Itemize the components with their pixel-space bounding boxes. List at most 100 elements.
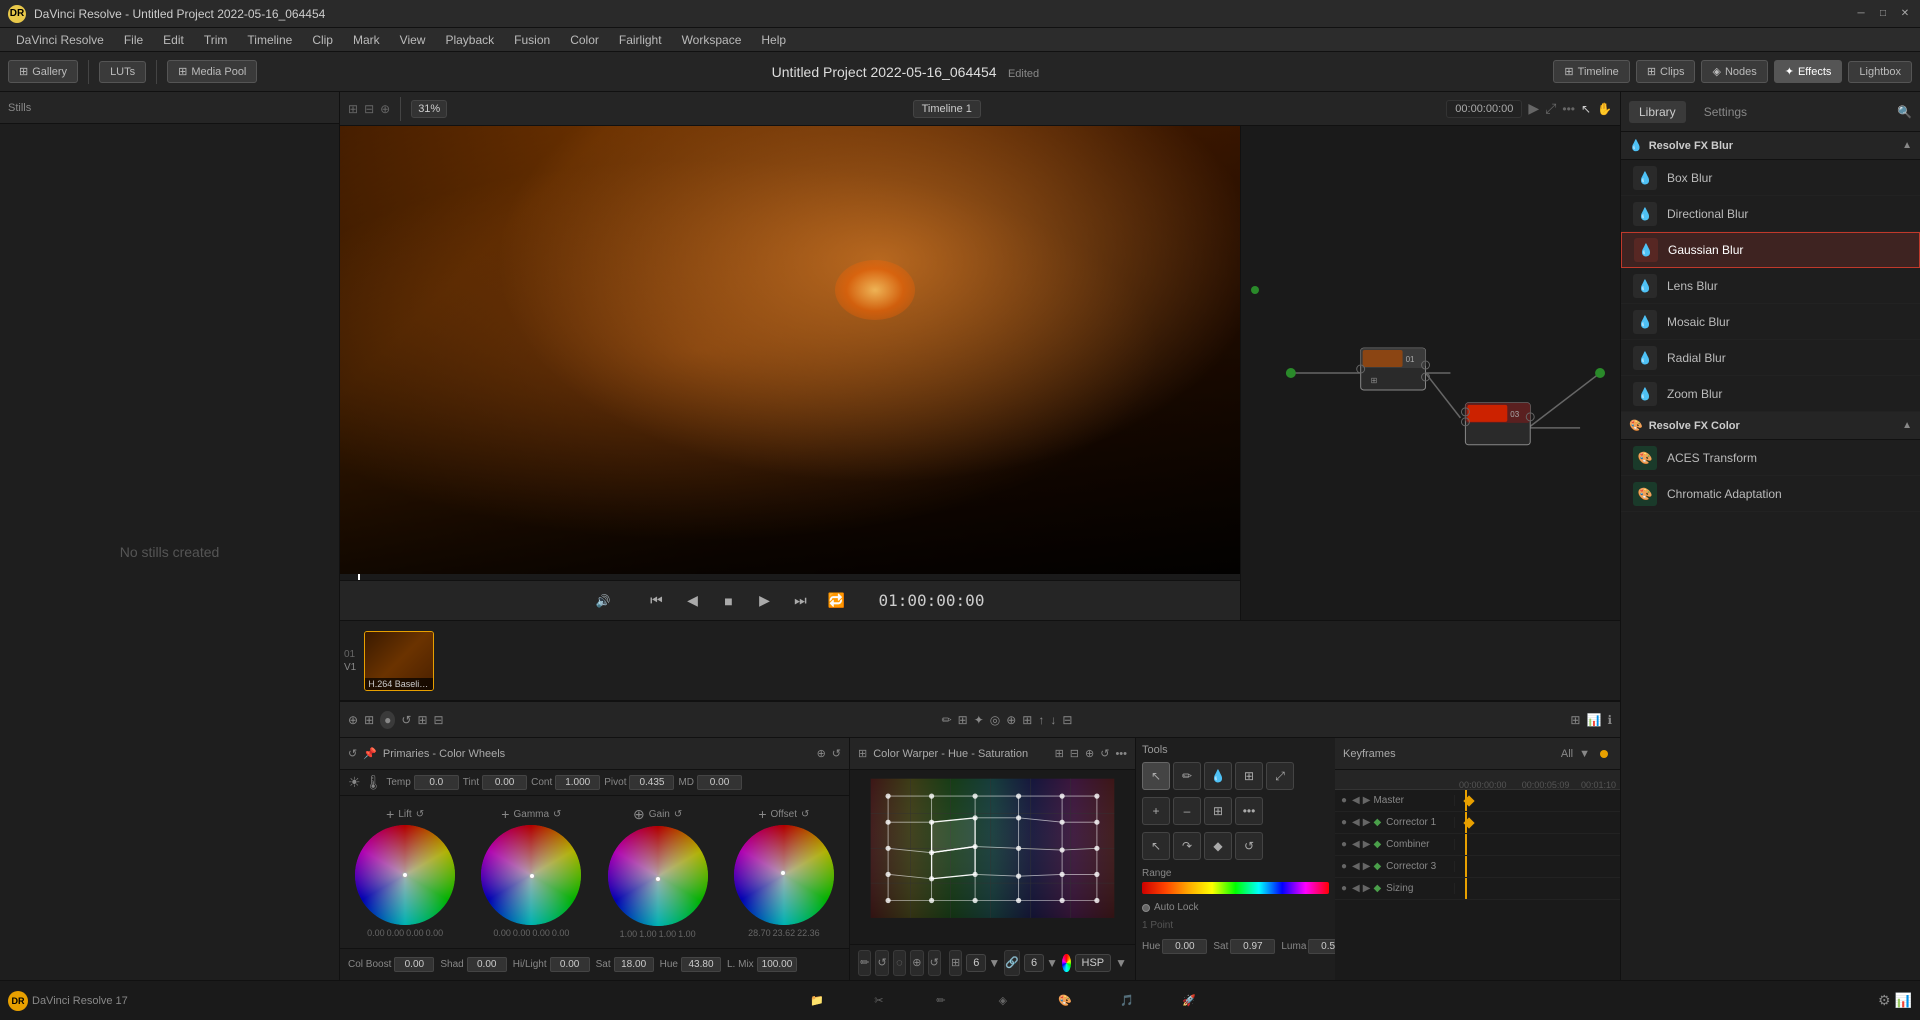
color-tool-18[interactable]: ℹ	[1607, 713, 1612, 727]
prev-frame-button[interactable]: ◀	[678, 587, 706, 615]
cont-value[interactable]: 1.000	[555, 775, 600, 790]
corrector3-timeline[interactable]	[1455, 856, 1620, 877]
lmix-value[interactable]: 100.00	[757, 957, 797, 972]
module-deliver[interactable]: 🚀	[1159, 986, 1219, 1016]
color-tool-8[interactable]: ⊞	[958, 713, 968, 727]
tool-expand[interactable]: ⊞	[1235, 762, 1263, 790]
warper-grid-button[interactable]: ⊞	[949, 950, 962, 976]
lift-reset-icon[interactable]: ↺	[416, 809, 424, 820]
gallery-button[interactable]: ⊞ Gallery	[8, 60, 78, 83]
module-color[interactable]: 🎨	[1035, 986, 1095, 1016]
sizing-timeline[interactable]	[1455, 878, 1620, 899]
gamma-wheel[interactable]	[481, 825, 581, 925]
tool-select[interactable]: ↖	[1142, 762, 1170, 790]
offset-add-icon[interactable]: +	[758, 806, 766, 822]
color-tool-1[interactable]: ⊕	[348, 713, 358, 727]
fx-color-header[interactable]: 🎨 Resolve FX Color ▲	[1621, 412, 1920, 440]
gain-wheel[interactable]	[608, 826, 708, 926]
menu-fusion[interactable]: Fusion	[506, 31, 558, 49]
menu-mark[interactable]: Mark	[345, 31, 388, 49]
master-timeline[interactable]	[1455, 790, 1620, 811]
color-tool-2[interactable]: ⊞	[364, 713, 374, 727]
timeline-nav-button[interactable]: ⊞ Timeline	[1553, 60, 1629, 83]
hue-sat-mesh[interactable]	[850, 770, 1135, 944]
warper-more[interactable]: •••	[1115, 748, 1127, 760]
maximize-button[interactable]: □	[1876, 7, 1890, 21]
menu-help[interactable]: Help	[753, 31, 794, 49]
lift-add-icon[interactable]: +	[386, 806, 394, 822]
gamma-add-icon[interactable]: +	[501, 806, 509, 822]
viewer-icon-fullscreen[interactable]: ⤢	[1545, 100, 1556, 117]
fx-aces-transform[interactable]: 🎨 ACES Transform	[1621, 440, 1920, 476]
color-tool-9[interactable]: ✦	[974, 713, 984, 727]
fx-directional-blur[interactable]: 💧 Directional Blur	[1621, 196, 1920, 232]
warper-tool-copy[interactable]: ⊕	[910, 950, 923, 976]
sat-value[interactable]: 18.00	[614, 957, 654, 972]
md-value[interactable]: 0.00	[697, 775, 742, 790]
tool-grid[interactable]: ⊞	[1204, 797, 1232, 825]
viewer-more[interactable]: •••	[1562, 102, 1575, 116]
warper-lock-button[interactable]: 🔗	[1004, 950, 1020, 976]
fx-chromatic-adaptation[interactable]: 🎨 Chromatic Adaptation	[1621, 476, 1920, 512]
menu-color[interactable]: Color	[562, 31, 607, 49]
gain-add-icon[interactable]: ⊕	[633, 806, 645, 823]
grid-drop-icon[interactable]: ▼	[988, 956, 1000, 970]
color-tool-5[interactable]: ⊞	[417, 713, 427, 727]
hue-display[interactable]: 0.00	[1162, 939, 1207, 954]
warper-tool-reset[interactable]: ↺	[875, 950, 888, 976]
module-media[interactable]: 📁	[787, 986, 847, 1016]
luts-button[interactable]: LUTs	[99, 61, 146, 83]
close-button[interactable]: ✕	[1898, 7, 1912, 21]
col-boost-value[interactable]: 0.00	[394, 957, 434, 972]
warper-grid[interactable]: ⊟	[1070, 747, 1079, 760]
color-tool-7[interactable]: ✏	[942, 713, 952, 727]
tool-add[interactable]: +	[1142, 797, 1170, 825]
color-tool-10[interactable]: ◎	[990, 713, 1000, 727]
fx-mosaic-blur[interactable]: 💧 Mosaic Blur	[1621, 304, 1920, 340]
primaries-copy[interactable]: ⊕	[817, 747, 826, 760]
fx-box-blur[interactable]: 💧 Box Blur	[1621, 160, 1920, 196]
zoom-display[interactable]: 31%	[411, 100, 447, 118]
color-tool-11[interactable]: ⊕	[1006, 713, 1016, 727]
fx-gaussian-blur[interactable]: 💧 Gaussian Blur	[1621, 232, 1920, 268]
stop-button[interactable]: ■	[714, 587, 742, 615]
color-tool-13[interactable]: ↑	[1038, 713, 1044, 727]
vol-icon[interactable]: 🔊	[596, 594, 611, 608]
loop-button[interactable]: 🔁	[822, 587, 850, 615]
timeline-label[interactable]: Timeline 1	[913, 100, 981, 118]
primaries-reset[interactable]: ↺	[348, 747, 357, 760]
viewer-hand[interactable]: ✋	[1597, 102, 1612, 116]
warper-settings[interactable]: ⊕	[1085, 747, 1094, 760]
settings-tab[interactable]: Settings	[1694, 101, 1757, 123]
menu-view[interactable]: View	[392, 31, 434, 49]
primaries-reset2[interactable]: ↺	[832, 747, 841, 760]
fx-blur-header[interactable]: 💧 Resolve FX Blur ▲	[1621, 132, 1920, 160]
playhead-bar[interactable]	[340, 574, 1240, 580]
corrector1-timeline[interactable]	[1455, 812, 1620, 833]
skip-start-button[interactable]: ⏮	[642, 587, 670, 615]
menu-edit[interactable]: Edit	[155, 31, 192, 49]
offset-reset-icon[interactable]: ↺	[801, 809, 809, 820]
color-tool-3[interactable]: ●	[380, 711, 395, 729]
tool-minus[interactable]: –	[1173, 797, 1201, 825]
offset-wheel[interactable]	[734, 825, 834, 925]
color-tool-6[interactable]: ⊟	[434, 713, 444, 727]
effects-button[interactable]: ✦ Effects	[1774, 60, 1843, 83]
menu-workspace[interactable]: Workspace	[674, 31, 750, 49]
gamma-reset-icon[interactable]: ↺	[553, 809, 561, 820]
warper-reset[interactable]: ↺	[1100, 747, 1109, 760]
skip-end-button[interactable]: ⏭	[786, 587, 814, 615]
kf-dropdown-icon[interactable]: ▼	[1579, 748, 1590, 760]
nodes-button[interactable]: ◈ Nodes	[1701, 60, 1767, 83]
color-indicator[interactable]	[1062, 954, 1071, 972]
tool-fullscreen[interactable]: ⤢	[1266, 762, 1294, 790]
menu-clip[interactable]: Clip	[304, 31, 341, 49]
warper-expand[interactable]: ⊞	[1055, 747, 1064, 760]
warper-tool-eraser[interactable]: ◌	[893, 950, 906, 976]
color-tool-16[interactable]: ⊞	[1570, 713, 1580, 727]
minimize-button[interactable]: ─	[1854, 7, 1868, 21]
fx-zoom-blur[interactable]: 💧 Zoom Blur	[1621, 376, 1920, 412]
menu-davinci[interactable]: DaVinci Resolve	[8, 31, 112, 49]
temp-value[interactable]: 0.0	[414, 775, 459, 790]
tool-select2[interactable]: ↖	[1142, 832, 1170, 860]
